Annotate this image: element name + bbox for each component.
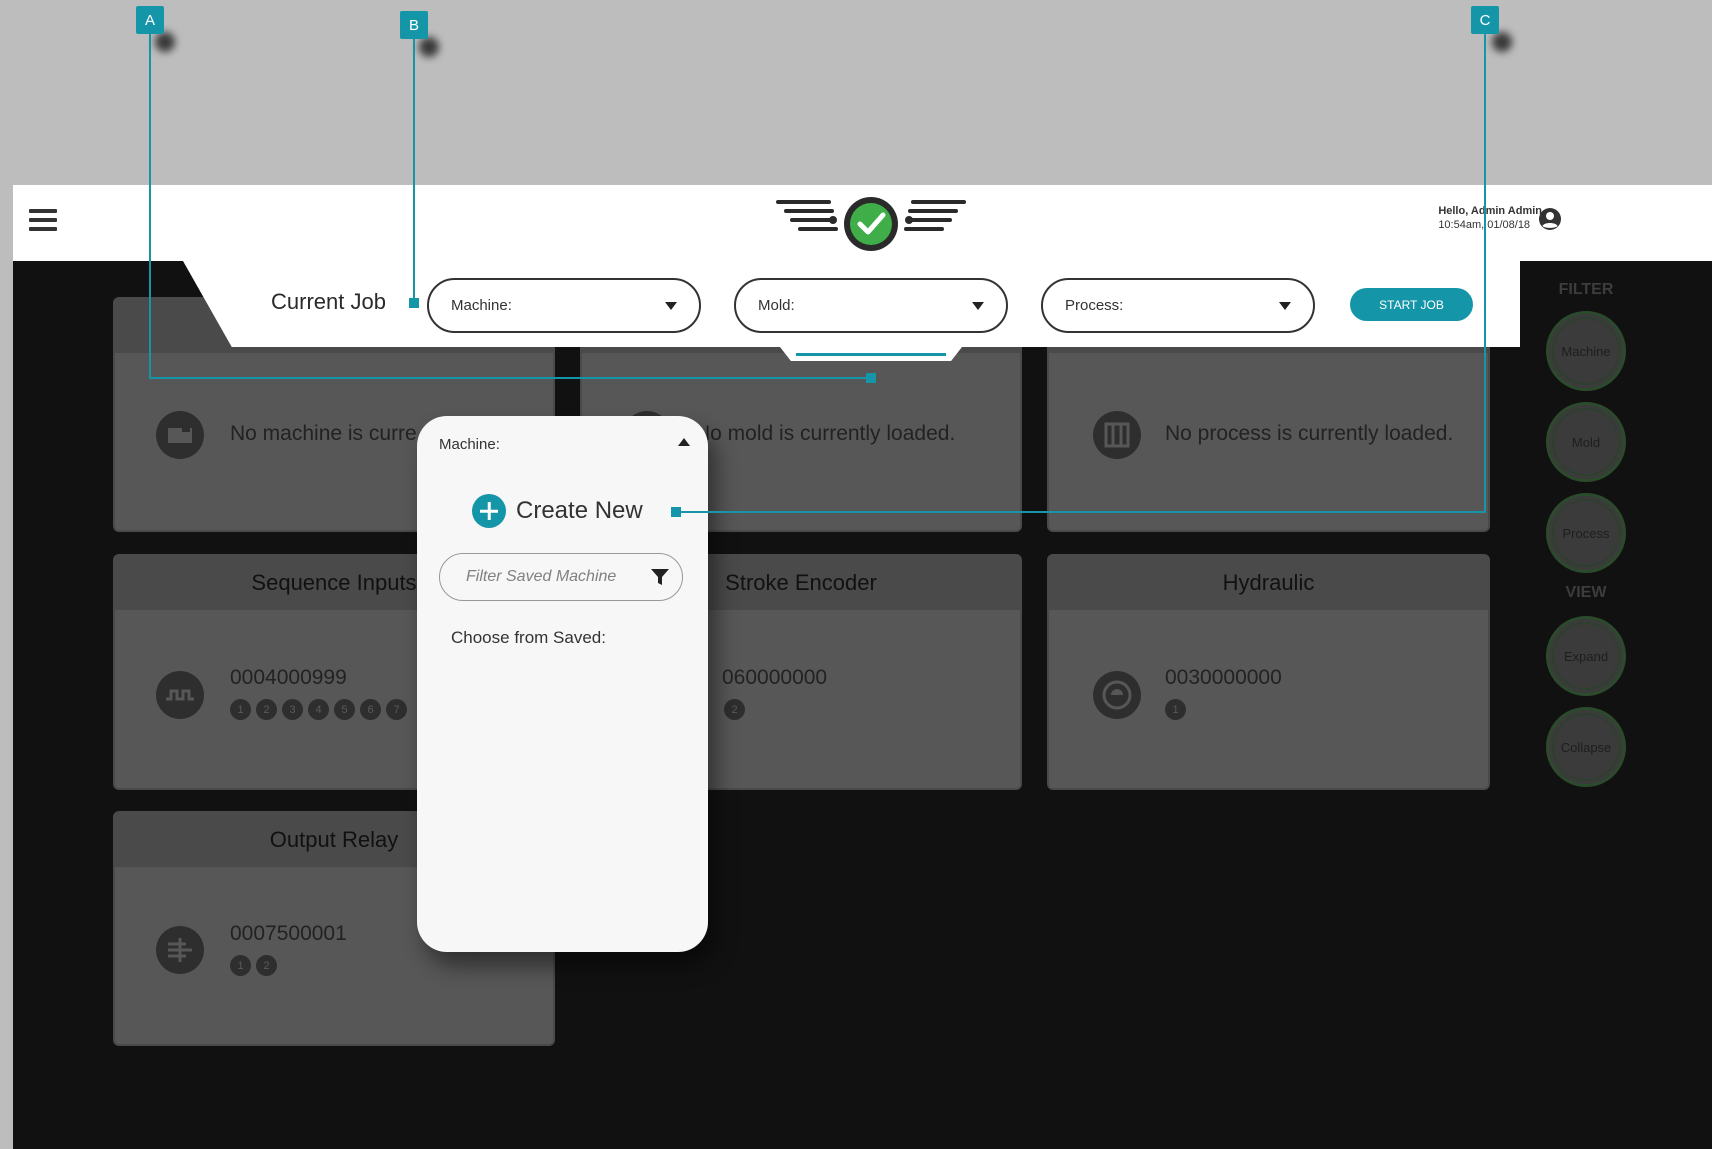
sensor-id: 060000000	[722, 666, 828, 689]
card-title: Hydraulic	[1049, 556, 1488, 610]
sensor-id: 0007500001	[230, 922, 347, 945]
job-bar-tab[interactable]	[780, 347, 962, 361]
callout-b-marker	[409, 298, 419, 308]
callout-shadow	[419, 37, 439, 57]
process-selector[interactable]: Process:	[1041, 278, 1315, 333]
chevron-down-icon	[665, 301, 677, 310]
funnel-icon[interactable]	[650, 567, 670, 587]
wings-check-logo	[776, 197, 966, 251]
top-bar: Hello, Admin Admin 10:54am, 01/08/18	[13, 185, 1712, 261]
mold-selector[interactable]: Mold:	[734, 278, 1008, 333]
callout-shadow	[1492, 32, 1512, 52]
sensor-dot: 2	[724, 699, 745, 720]
sensor-id: 0004000999	[230, 666, 347, 689]
expand-button[interactable]: Expand	[1546, 616, 1626, 696]
plus-circle-icon	[472, 494, 506, 528]
filter-saved-machine-input[interactable]	[464, 567, 644, 587]
relay-icon	[156, 926, 204, 974]
callout-c-line	[1484, 34, 1486, 513]
choose-from-saved-label: Choose from Saved:	[451, 628, 606, 647]
sensor-dot: 1	[1165, 699, 1186, 720]
user-greeting: Hello, Admin Admin 10:54am, 01/08/18	[1438, 205, 1542, 231]
filter-machine-button[interactable]: Machine	[1546, 311, 1626, 391]
sensor-dots: 1	[1165, 699, 1186, 720]
chevron-up-icon[interactable]	[678, 438, 690, 446]
filter-mold-button[interactable]: Mold	[1546, 402, 1626, 482]
greeting-text: Hello, Admin Admin	[1438, 205, 1542, 217]
machine-icon	[156, 411, 204, 459]
filter-heading: FILTER	[1558, 281, 1614, 298]
sensor-dot: 5	[334, 699, 355, 720]
sensor-dot: 7	[386, 699, 407, 720]
sensor-dots: 2	[724, 699, 745, 720]
gauge-icon	[1093, 671, 1141, 719]
callout-a-line	[149, 34, 151, 379]
callout-a-line	[149, 377, 870, 379]
user-circle-icon[interactable]	[1538, 207, 1562, 231]
sensor-dots: 12	[230, 955, 277, 976]
callout-b: B	[400, 11, 428, 39]
callout-c: C	[1471, 6, 1499, 34]
hamburger-icon[interactable]	[29, 209, 57, 233]
mold-selector-label: Mold:	[758, 297, 795, 314]
mold-status-text: No mold is currently loaded.	[695, 422, 956, 445]
square-wave-icon	[156, 671, 204, 719]
collapse-button[interactable]: Collapse	[1546, 707, 1626, 787]
filter-saved-machine-field[interactable]	[439, 553, 683, 601]
callout-c-marker	[671, 507, 681, 517]
callout-a-marker	[866, 373, 876, 383]
callout-b-line	[413, 39, 415, 300]
hydraulic-card[interactable]: Hydraulic 0030000000 1	[1047, 554, 1490, 790]
view-heading: VIEW	[1565, 584, 1607, 601]
chevron-down-icon	[972, 301, 984, 310]
start-job-button[interactable]: START JOB	[1350, 288, 1473, 321]
machine-status-text: No machine is curre	[230, 422, 417, 445]
machine-selector-label: Machine:	[451, 297, 512, 314]
process-icon	[1093, 411, 1141, 459]
process-status-text: No process is currently loaded.	[1165, 422, 1454, 445]
timestamp: 10:54am, 01/08/18	[1438, 219, 1531, 231]
machine-dropdown-panel: Machine: Create New Choose from Saved:	[417, 416, 708, 952]
sensor-dot: 2	[256, 955, 277, 976]
sensor-dot: 4	[308, 699, 329, 720]
filter-sidebar: FILTER Machine Mold Process VIEW Expand …	[1520, 261, 1652, 1149]
filter-process-button[interactable]: Process	[1546, 493, 1626, 573]
sensor-dot: 1	[230, 699, 251, 720]
sensor-dot: 1	[230, 955, 251, 976]
callout-c-line	[678, 511, 1486, 513]
process-selector-label: Process:	[1065, 297, 1124, 314]
create-new-button[interactable]: Create New	[472, 494, 643, 528]
create-new-label: Create New	[516, 497, 643, 524]
current-job-title: Current Job	[271, 289, 386, 314]
sensor-dot: 6	[360, 699, 381, 720]
chevron-down-icon	[1279, 301, 1291, 310]
machine-selector[interactable]: Machine:	[427, 278, 701, 333]
callout-a: A	[136, 6, 164, 34]
dropdown-title: Machine:	[439, 436, 500, 453]
callout-shadow	[155, 32, 175, 52]
sensor-dot: 3	[282, 699, 303, 720]
sensor-dot: 2	[256, 699, 277, 720]
sensor-id: 0030000000	[1165, 666, 1282, 689]
app-window: Hello, Admin Admin 10:54am, 01/08/18 No …	[13, 185, 1712, 1149]
sensor-dots: 1234567	[230, 699, 407, 720]
